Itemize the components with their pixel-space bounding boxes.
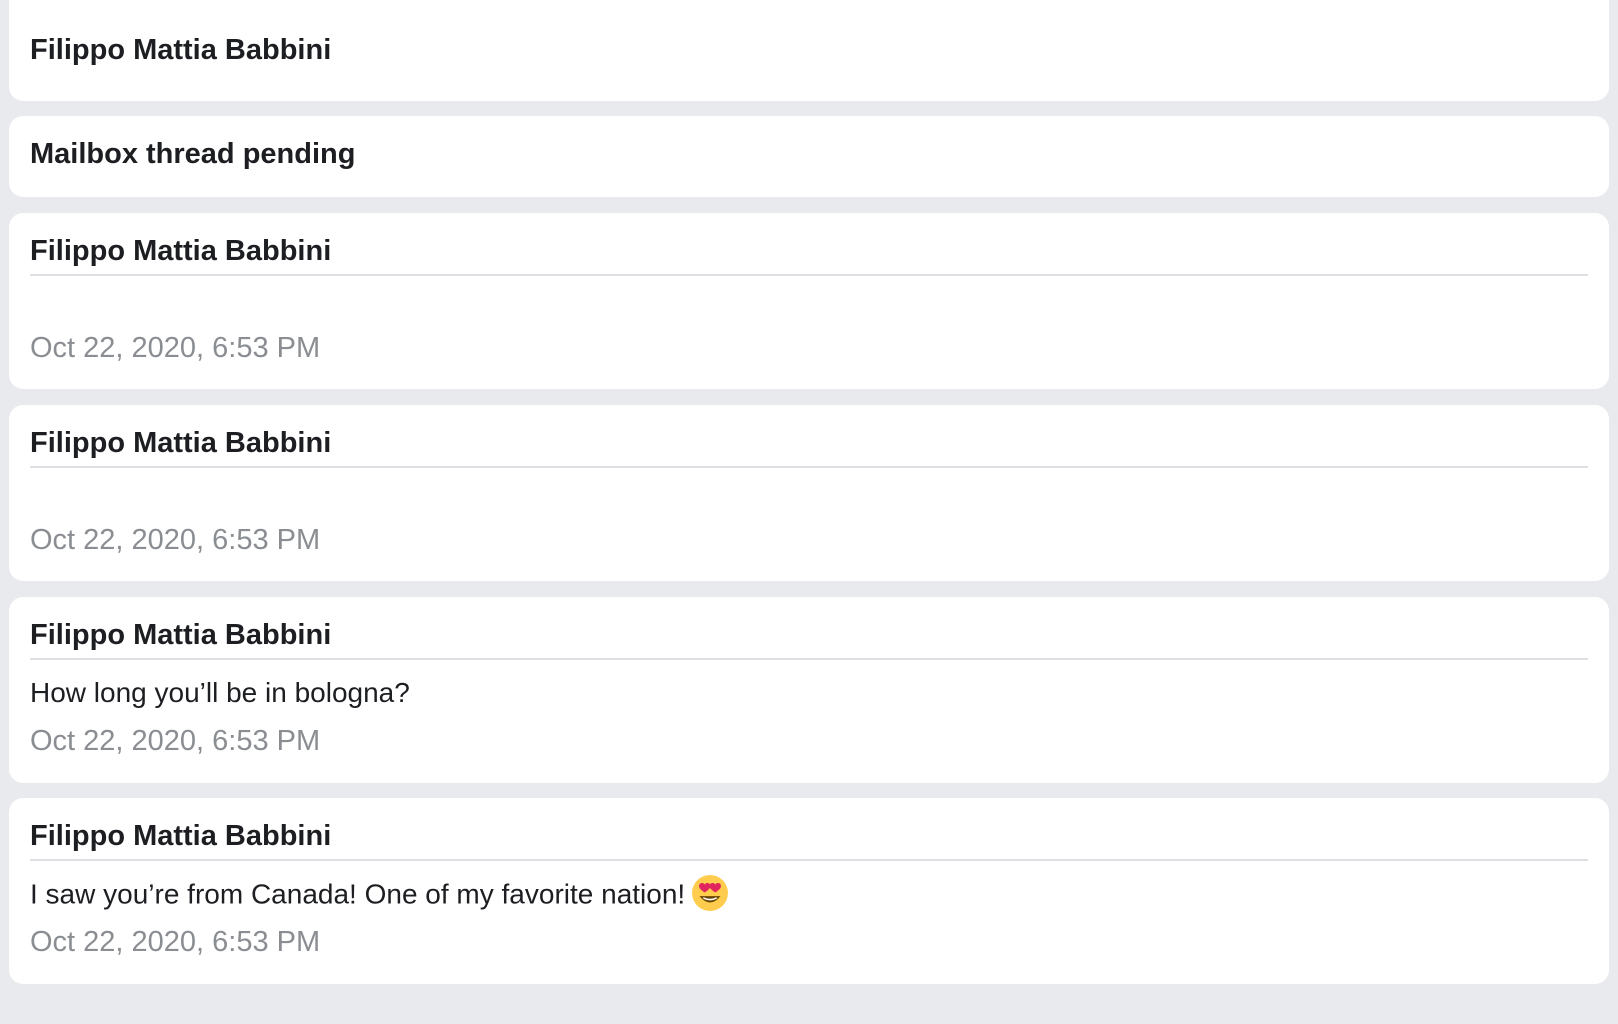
message-divider	[30, 274, 1588, 276]
thread-status-text: Mailbox thread pending	[30, 138, 356, 170]
message-text: I saw you’re from Canada! One of my favo…	[30, 878, 686, 910]
message-card: Filippo Mattia Babbini Oct 22, 2020, 6:5…	[9, 405, 1609, 581]
message-timestamp: Oct 22, 2020, 6:53 PM	[30, 332, 321, 364]
message-divider	[30, 859, 1588, 861]
message-timestamp: Oct 22, 2020, 6:53 PM	[30, 926, 321, 958]
heart-eyes-emoji-icon	[692, 875, 729, 911]
message-card: Filippo Mattia Babbini Oct 22, 2020, 6:5…	[9, 213, 1609, 389]
message-card: Filippo Mattia Babbini I saw you’re from…	[9, 798, 1609, 984]
conversation-header-card: Filippo Mattia Babbini	[9, 0, 1609, 101]
message-card: Filippo Mattia Babbini How long you’ll b…	[9, 597, 1609, 783]
message-sender: Filippo Mattia Babbini	[30, 427, 332, 459]
message-text-row: I saw you’re from Canada! One of my favo…	[30, 875, 729, 915]
message-sender: Filippo Mattia Babbini	[30, 619, 332, 651]
conversation-participant-name: Filippo Mattia Babbini	[30, 34, 332, 66]
message-divider	[30, 658, 1588, 660]
message-feed: Filippo Mattia Babbini Mailbox thread pe…	[0, 0, 1618, 1024]
message-sender: Filippo Mattia Babbini	[30, 820, 332, 852]
message-text: How long you’ll be in bologna?	[30, 677, 410, 708]
message-sender: Filippo Mattia Babbini	[30, 235, 332, 267]
message-divider	[30, 466, 1588, 468]
message-timestamp: Oct 22, 2020, 6:53 PM	[30, 524, 321, 556]
message-timestamp: Oct 22, 2020, 6:53 PM	[30, 725, 321, 757]
thread-status-card: Mailbox thread pending	[9, 116, 1609, 197]
